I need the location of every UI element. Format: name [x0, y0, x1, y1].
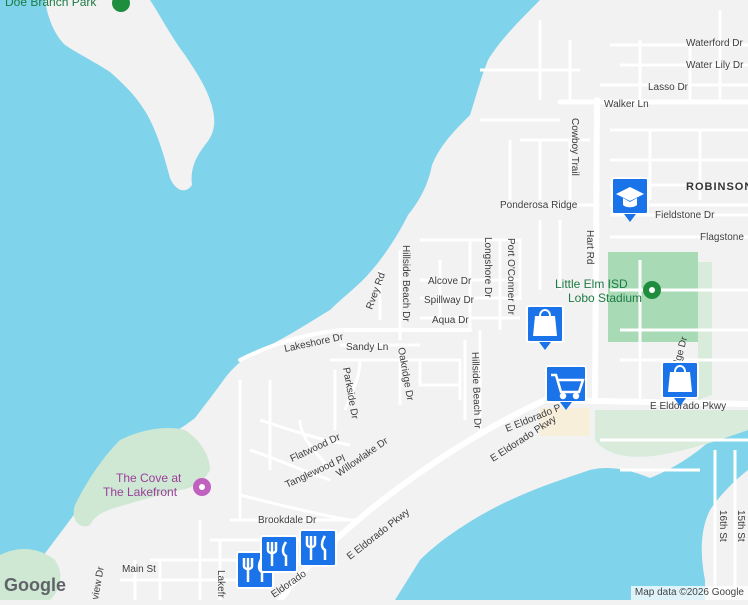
label-port-oconner-dr: Port O'Conner Dr — [505, 238, 516, 316]
label-aqua-dr: Aqua Dr — [432, 315, 469, 326]
label-hart-rd: Hart Rd — [584, 230, 595, 264]
label-hillside-beach-dr: Hillside Beach Dr — [400, 245, 411, 322]
cove-pin[interactable] — [193, 478, 211, 496]
label-ponderosa-ridge: Ponderosa Ridge — [500, 200, 578, 211]
restaurant-marker-3[interactable] — [300, 530, 336, 566]
label-lakefront: Lakefr — [215, 570, 226, 598]
label-16th-st: 16th St — [717, 510, 728, 542]
map-canvas[interactable]: Doe Branch Park Waterford Dr Water Lily … — [0, 0, 748, 600]
label-lobo-stadium[interactable]: Lobo Stadium — [568, 291, 642, 305]
label-walker-ln: Walker Ln — [604, 99, 649, 110]
label-cowboy-trail: Cowboy Trail — [569, 118, 580, 176]
label-water-lily-dr: Water Lily Dr — [686, 60, 744, 71]
label-main-st: Main St — [122, 564, 156, 575]
label-flagstone: Flagstone — [700, 232, 744, 243]
label-15th-st: 15th St — [735, 510, 746, 542]
label-robinson-ridge: ROBINSON RIDGE — [686, 181, 748, 193]
label-waterford-dr: Waterford Dr — [686, 38, 744, 49]
label-spillway-dr: Spillway Dr — [424, 295, 475, 306]
map-svg[interactable]: Doe Branch Park Waterford Dr Water Lily … — [0, 0, 748, 600]
label-longshore-dr: Longshore Dr — [482, 237, 493, 298]
label-lasso-dr: Lasso Dr — [648, 82, 689, 93]
restaurant-marker-2[interactable] — [261, 536, 297, 572]
label-cove-line2[interactable]: The Lakefront — [103, 485, 178, 499]
label-alcove-dr: Alcove Dr — [428, 276, 472, 287]
label-little-elm-isd[interactable]: Little Elm ISD — [555, 277, 628, 291]
label-brookdale-dr: Brookdale Dr — [258, 515, 317, 526]
label-fieldstone-dr: Fieldstone Dr — [655, 210, 715, 221]
label-cove-line1[interactable]: The Cove at — [116, 471, 182, 485]
google-logo: Google — [4, 575, 66, 596]
label-sandy-ln: Sandy Ln — [346, 342, 388, 353]
label-e-eldorado-pkwy-east: E Eldorado Pkwy — [650, 401, 726, 412]
label-doe-branch-park: Doe Branch Park — [5, 0, 97, 9]
map-attribution[interactable]: Map data ©2026 Google — [631, 586, 748, 600]
stadium-pin[interactable] — [643, 281, 661, 299]
